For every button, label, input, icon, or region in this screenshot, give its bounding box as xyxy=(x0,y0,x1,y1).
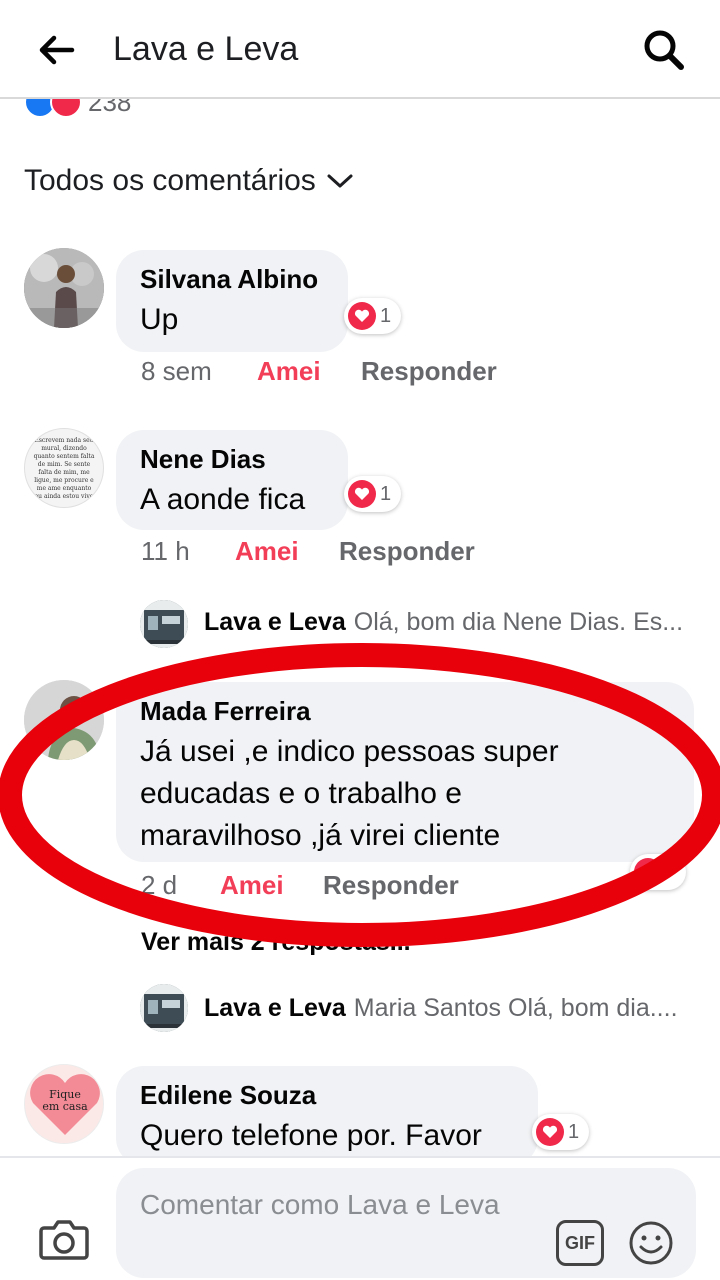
reaction-count: 1 xyxy=(380,482,392,505)
comment-bubble[interactable]: Silvana Albino Up xyxy=(116,250,348,352)
avatar[interactable]: Fique em casa xyxy=(24,1064,104,1144)
reply-snippet: Maria Santos Olá, bom dia.... xyxy=(353,994,678,1022)
avatar[interactable]: Escrevem nada seu mural, dizendo quanto … xyxy=(24,428,104,508)
comments-filter[interactable]: Todos os comentários xyxy=(24,164,354,198)
top-bar: Lava e Leva xyxy=(0,0,720,99)
search-icon[interactable] xyxy=(640,26,688,74)
page-avatar[interactable] xyxy=(140,984,188,1032)
page-avatar-photo xyxy=(140,600,188,648)
reply-preview[interactable]: Lava e Leva Maria Santos Olá, bom dia...… xyxy=(204,994,678,1023)
reply-button[interactable]: Responder xyxy=(361,356,497,387)
comment-text: Up xyxy=(140,303,179,336)
reaction-count: 1 xyxy=(380,304,392,327)
comment-author[interactable]: Silvana Albino xyxy=(140,264,324,295)
comment-text-line: maravilhoso ,já virei cliente xyxy=(140,819,501,852)
comment-reactions[interactable]: 1 xyxy=(344,298,402,334)
comment-time: 8 sem xyxy=(141,356,212,386)
comment-author[interactable]: Edilene Souza xyxy=(140,1080,514,1111)
comment-author[interactable]: Mada Ferreira xyxy=(140,696,670,727)
avatar-text: Escrevem nada seu mural, dizendo quanto … xyxy=(33,437,95,500)
comment-time: 2 d xyxy=(141,870,178,900)
comment-input[interactable]: Comentar como Lava e Leva GIF xyxy=(116,1168,696,1278)
comment-text: A aonde fica xyxy=(140,483,306,516)
reply-author[interactable]: Lava e Leva xyxy=(204,994,346,1023)
view-more-replies-label[interactable]: Ver mais 2 respostas... xyxy=(141,928,411,957)
comment-author[interactable]: Nene Dias xyxy=(140,444,324,475)
avatar[interactable] xyxy=(24,248,104,328)
page-avatar-photo xyxy=(140,984,188,1032)
heart-icon xyxy=(348,302,376,330)
smiley-icon[interactable] xyxy=(628,1220,674,1266)
reply-snippet: Olá, bom dia Nene Dias. Es... xyxy=(353,608,684,636)
page-avatar[interactable] xyxy=(140,600,188,648)
heart-icon xyxy=(348,480,376,508)
comment-input-placeholder: Comentar como Lava e Leva xyxy=(140,1189,500,1220)
heart-icon xyxy=(634,858,662,886)
page-title: Lava e Leva xyxy=(113,30,299,68)
filter-label: Todos os comentários xyxy=(24,164,316,197)
comment-bubble[interactable]: Edilene Souza Quero telefone por. Favor xyxy=(116,1066,538,1166)
avatar-text: Fique em casa xyxy=(42,1088,88,1113)
comment-actions: 11 h Amei Responder xyxy=(141,536,475,567)
chevron-down-icon xyxy=(327,174,353,188)
camera-icon[interactable] xyxy=(38,1216,90,1262)
reply-button[interactable]: Responder xyxy=(323,870,459,901)
comment-reactions[interactable] xyxy=(630,854,686,890)
gif-label: GIF xyxy=(565,1232,595,1253)
love-button[interactable]: Amei xyxy=(220,870,323,901)
avatar[interactable] xyxy=(24,680,104,760)
avatar-photo xyxy=(24,248,104,328)
comment-actions: 8 sem Amei Responder xyxy=(141,356,497,387)
reaction-count: 1 xyxy=(568,1120,580,1143)
reply-button[interactable]: Responder xyxy=(339,536,475,567)
avatar-photo xyxy=(24,680,104,760)
comment-composer: Comentar como Lava e Leva GIF xyxy=(0,1156,720,1280)
gif-icon[interactable]: GIF xyxy=(556,1220,604,1266)
love-button[interactable]: Amei xyxy=(235,536,339,567)
reply-author[interactable]: Lava e Leva xyxy=(204,608,346,637)
reply-preview[interactable]: Lava e Leva Olá, bom dia Nene Dias. Es..… xyxy=(204,608,683,637)
comment-bubble[interactable]: Mada Ferreira Já usei ,e indico pessoas … xyxy=(116,682,694,862)
comment-bubble[interactable]: Nene Dias A aonde fica xyxy=(116,430,348,530)
view-more-replies[interactable]: Ver mais 2 respostas... xyxy=(141,928,411,957)
love-button[interactable]: Amei xyxy=(257,356,361,387)
back-arrow-icon[interactable] xyxy=(34,28,78,72)
heart-icon xyxy=(536,1118,564,1146)
comment-reactions[interactable]: 1 xyxy=(344,476,402,512)
comment-text-line: educadas e o trabalho e xyxy=(140,777,462,810)
comment-text: Quero telefone por. Favor xyxy=(140,1119,482,1152)
comment-text-line: Já usei ,e indico pessoas super xyxy=(140,735,559,768)
comment-actions: 2 d Amei Responder xyxy=(141,870,459,901)
comment-time: 11 h xyxy=(141,536,190,566)
comment-reactions[interactable]: 1 xyxy=(532,1114,590,1150)
